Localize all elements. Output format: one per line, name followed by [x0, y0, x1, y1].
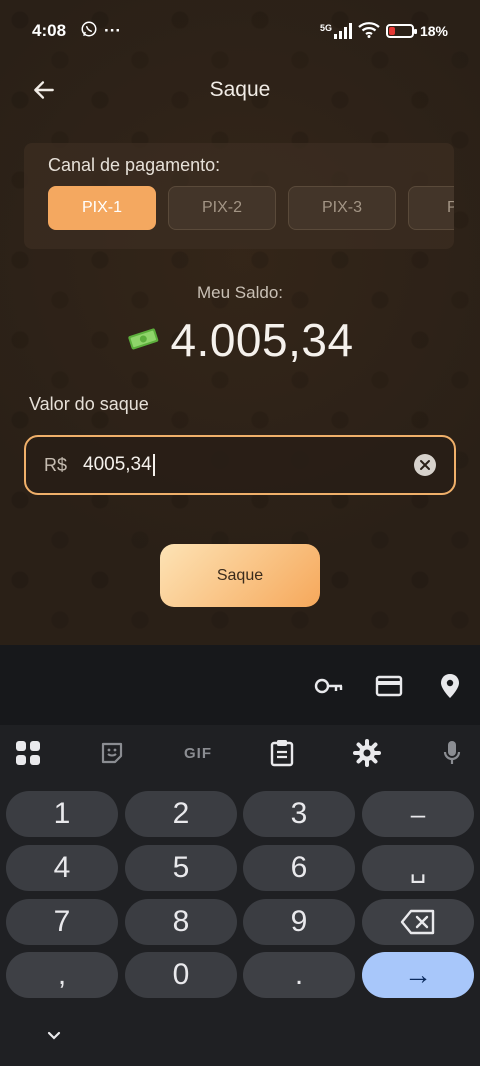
- key-comma[interactable]: ,: [6, 952, 118, 998]
- key-0[interactable]: 0: [125, 952, 237, 998]
- withdraw-screen: 4:08 ··· 5G 18% Saque Canal de pagamento…: [0, 0, 480, 645]
- whatsapp-icon: [80, 20, 98, 43]
- keyboard-toolbar: GIF: [0, 729, 480, 775]
- settings-gear-icon[interactable]: [351, 737, 383, 769]
- key-7[interactable]: 7: [6, 899, 118, 945]
- location-pin-icon[interactable]: [435, 671, 465, 701]
- status-time: 4:08: [32, 21, 67, 40]
- key-backspace[interactable]: [362, 899, 474, 945]
- key-6[interactable]: 6: [243, 845, 355, 891]
- battery-percent: 18%: [419, 23, 448, 39]
- currency-prefix: R$: [44, 454, 68, 475]
- amount-value[interactable]: 4005,34: [83, 454, 152, 476]
- key-period[interactable]: .: [243, 952, 355, 998]
- balance-value: 4.005,34: [170, 314, 354, 366]
- balance-row: 4.005,34: [0, 313, 480, 367]
- key-8[interactable]: 8: [125, 899, 237, 945]
- credit-card-icon[interactable]: [374, 671, 404, 701]
- autofill-bar: [0, 645, 480, 725]
- apps-grid-icon[interactable]: [12, 737, 44, 769]
- key-4[interactable]: 4: [6, 845, 118, 891]
- key-3[interactable]: 3: [243, 791, 355, 837]
- wifi-icon: [358, 21, 380, 41]
- amount-input[interactable]: R$ 4005,34: [24, 435, 456, 495]
- key-5[interactable]: 5: [125, 845, 237, 891]
- withdraw-button[interactable]: Saque: [160, 544, 320, 607]
- close-icon: [420, 460, 430, 470]
- key-icon[interactable]: [314, 671, 344, 701]
- app-header: Saque: [0, 62, 480, 118]
- channel-pix-2[interactable]: PIX-2: [168, 186, 276, 230]
- key-1[interactable]: 1: [6, 791, 118, 837]
- text-caret: [152, 454, 155, 476]
- channel-pix-4-label: P: [447, 199, 454, 216]
- key-enter[interactable]: →: [362, 952, 474, 998]
- network-label: 5G: [319, 23, 332, 33]
- clear-input-button[interactable]: [414, 454, 436, 476]
- microphone-icon[interactable]: [436, 737, 468, 769]
- battery-fill: [388, 27, 395, 35]
- key-minus[interactable]: –: [362, 791, 474, 837]
- key-space[interactable]: ␣: [362, 845, 474, 891]
- payment-channel-options: PIX-1 PIX-2 PIX-3 P: [48, 186, 454, 230]
- sticker-icon[interactable]: [96, 737, 128, 769]
- channel-pix-4[interactable]: P: [408, 186, 454, 230]
- payment-channel-label: Canal de pagamento:: [48, 155, 221, 175]
- payment-channel-card: Canal de pagamento: PIX-1 PIX-2 PIX-3 P: [24, 143, 454, 249]
- gif-label: GIF: [184, 744, 212, 762]
- signal-icon: 5G: [320, 23, 352, 39]
- soft-keyboard: GIF 1 2 3 – 4 5 6 ␣ 7 8 9 , 0 . →: [0, 645, 480, 1066]
- channel-pix-3[interactable]: PIX-3: [288, 186, 396, 230]
- money-icon: [126, 323, 160, 358]
- clipboard-icon[interactable]: [266, 737, 298, 769]
- page-title: Saque: [209, 78, 271, 101]
- key-2[interactable]: 2: [125, 791, 237, 837]
- arrow-left-icon: [34, 81, 54, 99]
- status-overflow: ···: [104, 21, 122, 40]
- backspace-icon: [400, 909, 435, 935]
- gif-button[interactable]: GIF: [176, 737, 220, 769]
- status-bar: 4:08 ··· 5G 18%: [0, 0, 480, 62]
- battery-icon: [385, 24, 417, 38]
- channel-pix-1[interactable]: PIX-1: [48, 186, 156, 230]
- amount-label: Valor do saque: [29, 394, 149, 414]
- back-button[interactable]: [28, 74, 60, 106]
- key-9[interactable]: 9: [243, 899, 355, 945]
- chevron-down-icon[interactable]: [40, 1023, 68, 1047]
- balance-label: Meu Saldo:: [197, 283, 283, 302]
